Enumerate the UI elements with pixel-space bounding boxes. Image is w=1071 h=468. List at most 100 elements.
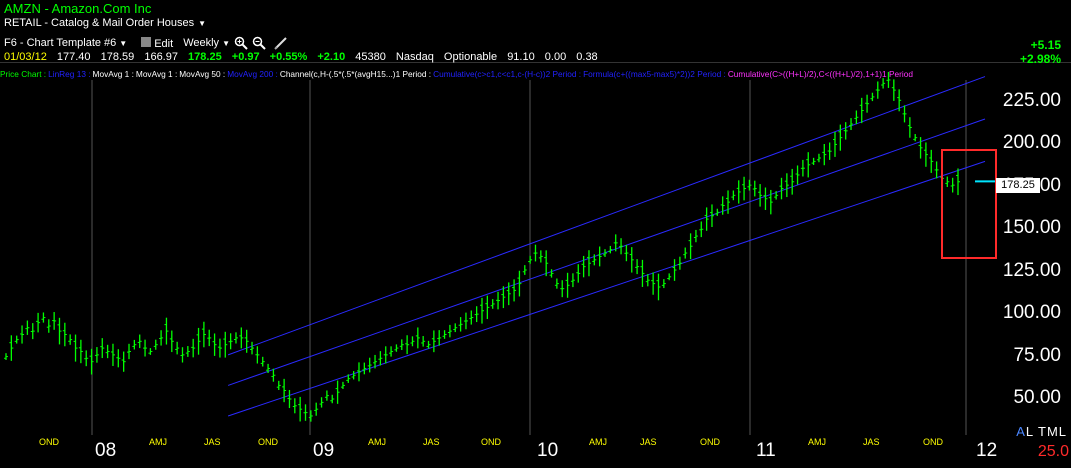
- price-bar: [624, 244, 629, 262]
- x-quarter-label: OND: [258, 437, 278, 447]
- study-label[interactable]: Channel(c,H-(.5*(.5*(avgH15...)1 Period …: [280, 69, 431, 79]
- channel-line: [227, 118, 986, 386]
- price-bar: [25, 320, 30, 335]
- price-bar: [923, 142, 928, 167]
- study-label[interactable]: MovAvg 1 :: [136, 69, 177, 79]
- period-selector[interactable]: Weekly ▼: [183, 37, 230, 49]
- price-bar: [913, 134, 918, 142]
- quote-change: +0.97: [231, 51, 260, 63]
- price-bar: [693, 229, 698, 243]
- price-bar: [463, 312, 468, 330]
- period-label: Weekly: [183, 37, 220, 49]
- price-bar: [784, 173, 789, 198]
- quote-change2: +2.10: [317, 51, 346, 63]
- price-bar: [811, 157, 816, 165]
- price-bar: [340, 381, 345, 389]
- price-bar: [132, 339, 137, 350]
- price-bar: [635, 259, 640, 275]
- price-bar: [538, 250, 543, 263]
- x-quarter-label: JAS: [640, 437, 657, 447]
- template-selector[interactable]: F6 - Chart Template #6 ▼: [4, 37, 127, 49]
- price-bar: [576, 264, 581, 283]
- price-bar: [399, 339, 404, 351]
- sector-selector[interactable]: RETAIL - Catalog & Mail Order Houses ▼: [4, 17, 206, 29]
- price-bar: [100, 338, 105, 359]
- price-bar: [164, 317, 169, 345]
- price-bar: [528, 255, 533, 264]
- price-bar: [282, 378, 287, 403]
- price-bar: [169, 330, 174, 353]
- y-tick-label: 200.00: [1002, 132, 1061, 154]
- study-label[interactable]: MovAvg 50 :: [179, 69, 225, 79]
- price-bar: [143, 339, 148, 357]
- price-bar: [480, 297, 484, 324]
- price-bar: [688, 233, 693, 260]
- price-bar: [656, 273, 661, 301]
- price-bar: [752, 180, 757, 197]
- price-bar: [207, 329, 212, 347]
- last-price-tag: 178.25: [996, 178, 1040, 193]
- price-bar: [597, 246, 602, 267]
- price-bar: [490, 299, 495, 309]
- edit-label: Edit: [154, 37, 174, 50]
- price-bar: [314, 402, 319, 416]
- price-bar: [185, 346, 190, 357]
- price-bar: [950, 177, 955, 193]
- price-bar: [677, 256, 682, 270]
- quote-open: 177.40: [56, 51, 91, 63]
- price-bar: [640, 259, 645, 287]
- corner-letters[interactable]: AL TML: [1016, 424, 1067, 439]
- x-year-label: 08: [95, 440, 117, 461]
- study-label[interactable]: Price Chart :: [0, 69, 46, 79]
- price-bar: [731, 190, 736, 201]
- y-tick-label: 50.00: [1013, 387, 1061, 408]
- price-bar: [175, 341, 180, 355]
- price-bar: [447, 324, 452, 338]
- price-bar: [46, 319, 51, 333]
- price-bar: [389, 346, 394, 357]
- price-bar: [52, 312, 57, 330]
- price-bar: [496, 291, 501, 310]
- price-bar: [356, 362, 361, 382]
- study-label[interactable]: Cumulative(C>((H+L)/2),C<((H+L)/2),1+1)1…: [728, 69, 913, 79]
- study-label[interactable]: Formula(c+((max5-max5)*2))2 Period :: [583, 69, 726, 79]
- y-tick-label: 150.00: [1002, 217, 1061, 239]
- price-bar: [255, 346, 260, 364]
- price-bar: [832, 131, 837, 157]
- price-bar: [667, 273, 672, 281]
- study-label[interactable]: LinReg 13 :: [48, 69, 90, 79]
- x-quarter-label: JAS: [863, 437, 880, 447]
- chevron-down-icon: ▼: [198, 19, 207, 28]
- price-bar: [442, 330, 447, 339]
- corner-letters-text: L TML: [1025, 424, 1067, 439]
- pencil-icon[interactable]: [274, 36, 288, 50]
- price-bar: [394, 344, 399, 352]
- price-bar: [239, 327, 244, 349]
- price-bar: [437, 330, 442, 346]
- price-bar: [180, 347, 185, 363]
- price-bar: [233, 332, 238, 344]
- price-bar: [84, 350, 89, 367]
- price-bar: [351, 371, 356, 380]
- price-bar: [683, 247, 688, 259]
- price-bar: [790, 168, 795, 195]
- price-bar: [148, 348, 153, 355]
- price-bar: [715, 208, 720, 216]
- quote-high: 178.59: [100, 51, 135, 63]
- zoom-out-icon[interactable]: [252, 36, 266, 50]
- price-bar: [105, 344, 110, 359]
- price-bar: [875, 81, 880, 99]
- study-label[interactable]: Cumulative(c>c1,c<c1,c-(H-c))2 Period :: [433, 69, 581, 79]
- price-bar: [127, 343, 132, 360]
- price-bar: [223, 331, 228, 358]
- price-bar: [335, 380, 340, 404]
- toolbar: F6 - Chart Template #6 ▼ Edit Weekly ▼: [4, 36, 288, 50]
- price-bar: [121, 351, 126, 372]
- zoom-in-icon[interactable]: [234, 36, 248, 50]
- study-label[interactable]: MovAvg 200 :: [227, 69, 278, 79]
- edit-button[interactable]: Edit: [137, 36, 174, 50]
- x-quarter-label: AMJ: [368, 437, 386, 447]
- price-bar: [431, 330, 436, 353]
- study-label[interactable]: MovAvg 1 :: [93, 69, 134, 79]
- y-tick-label: 100.00: [1002, 302, 1061, 324]
